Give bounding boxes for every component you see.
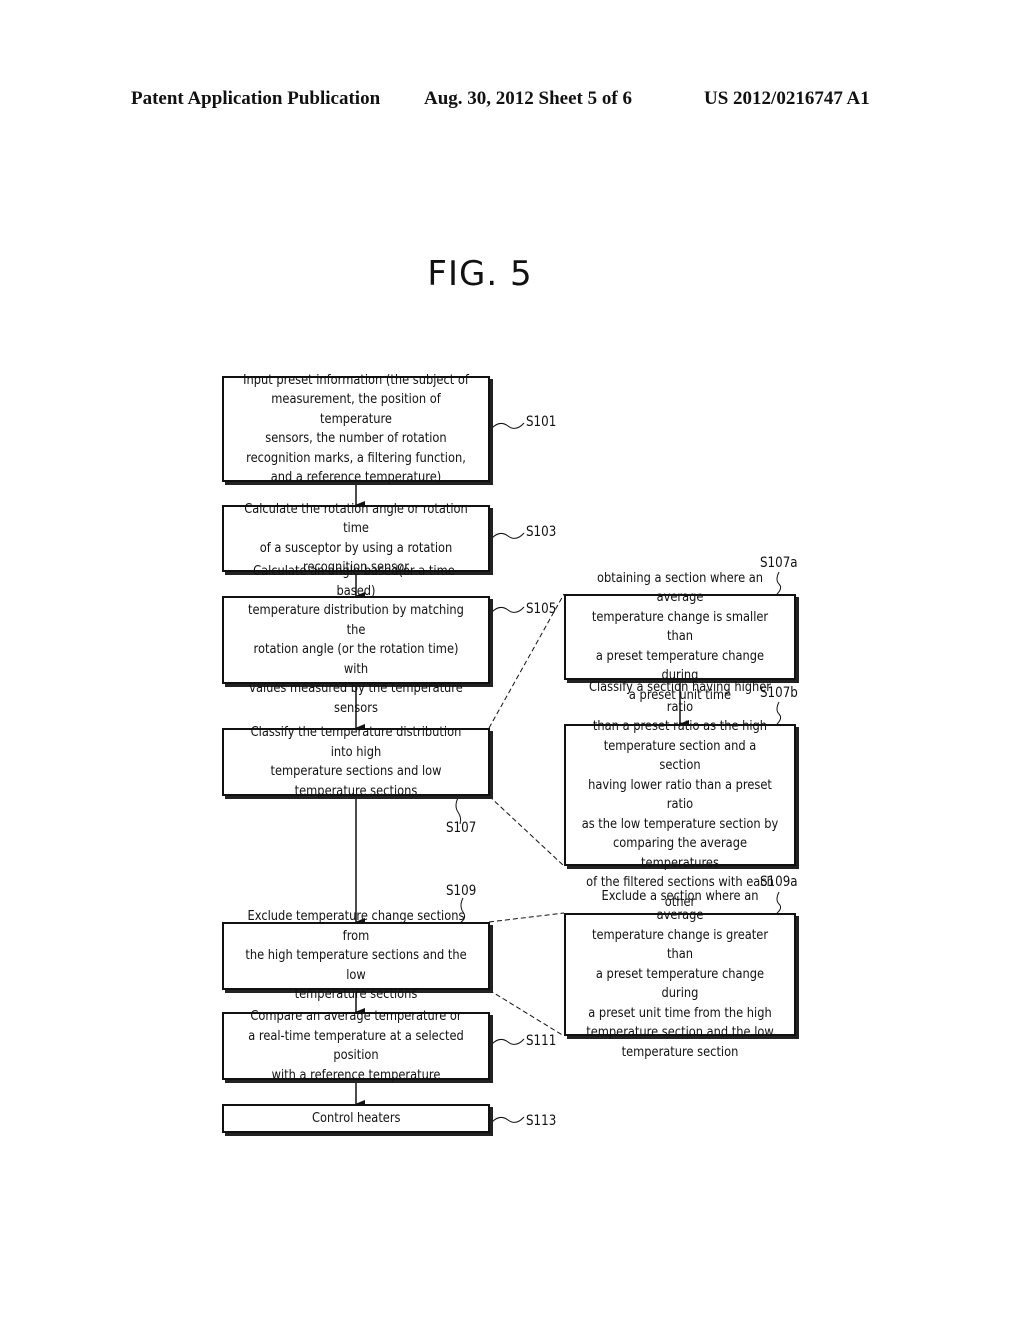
dash-s107-to-s107b-bottom: [488, 795, 565, 867]
step-label-s103: S103: [526, 524, 557, 540]
step-text: Compare an average temperature or a real…: [248, 1009, 464, 1083]
step-label-s107: S107: [446, 820, 477, 836]
step-text: Calculate an angle-based(or a time-based…: [248, 564, 464, 716]
step-text: Control heaters: [311, 1110, 401, 1126]
step-box-s113: Control heaters: [222, 1104, 490, 1133]
publication-date-sheet: Aug. 30, 2012 Sheet 5 of 6: [424, 88, 632, 109]
leader-s103: [491, 532, 525, 539]
step-label-s109: S109: [446, 883, 477, 899]
leader-s111: [491, 1038, 525, 1045]
step-label-s101: S101: [526, 414, 557, 430]
step-box-s107: Classify the temperature distribution in…: [222, 725, 490, 799]
step-box-s101: Input preset information (the subject of…: [222, 373, 490, 485]
step-text: Exclude a section where an average tempe…: [586, 888, 774, 1060]
leader-s113: [491, 1116, 525, 1123]
publication-number: US 2012/0216747 A1: [704, 88, 870, 109]
leader-s105: [491, 606, 525, 613]
step-box-s107a: obtaining a section where an average tem…: [564, 571, 796, 703]
step-text: Classify the temperature distribution in…: [250, 725, 462, 799]
step-text: Input preset information (the subject of…: [243, 372, 469, 486]
step-box-s105: Calculate an angle-based(or a time-based…: [222, 564, 490, 716]
step-box-s107b: Classify a section having higher ratio t…: [564, 680, 796, 910]
step-label-s107b: S107b: [760, 685, 798, 701]
figure-title: FIG. 5: [427, 254, 533, 294]
flowchart-connectors: [355, 422, 782, 1123]
dash-s109-to-s109a-top: [488, 912, 565, 923]
page-header: Patent Application Publication Aug. 30, …: [0, 88, 1024, 114]
step-label-s109a: S109a: [760, 874, 798, 890]
step-label-s105: S105: [526, 601, 557, 617]
publication-type: Patent Application Publication: [131, 88, 381, 109]
step-box-s109a: Exclude a section where an average tempe…: [564, 889, 796, 1060]
step-text: Exclude temperature change sections from…: [245, 909, 467, 1003]
step-label-s111: S111: [526, 1033, 557, 1049]
step-label-s113: S113: [526, 1113, 557, 1129]
dash-s109-to-s109a-bottom: [488, 989, 565, 1037]
step-box-s109: Exclude temperature change sections from…: [222, 909, 490, 1002]
leader-s101: [491, 422, 525, 429]
step-text: Classify a section having higher ratio t…: [581, 680, 779, 910]
step-label-s107a: S107a: [760, 555, 798, 571]
step-box-s111: Compare an average temperature or a real…: [222, 1009, 490, 1083]
